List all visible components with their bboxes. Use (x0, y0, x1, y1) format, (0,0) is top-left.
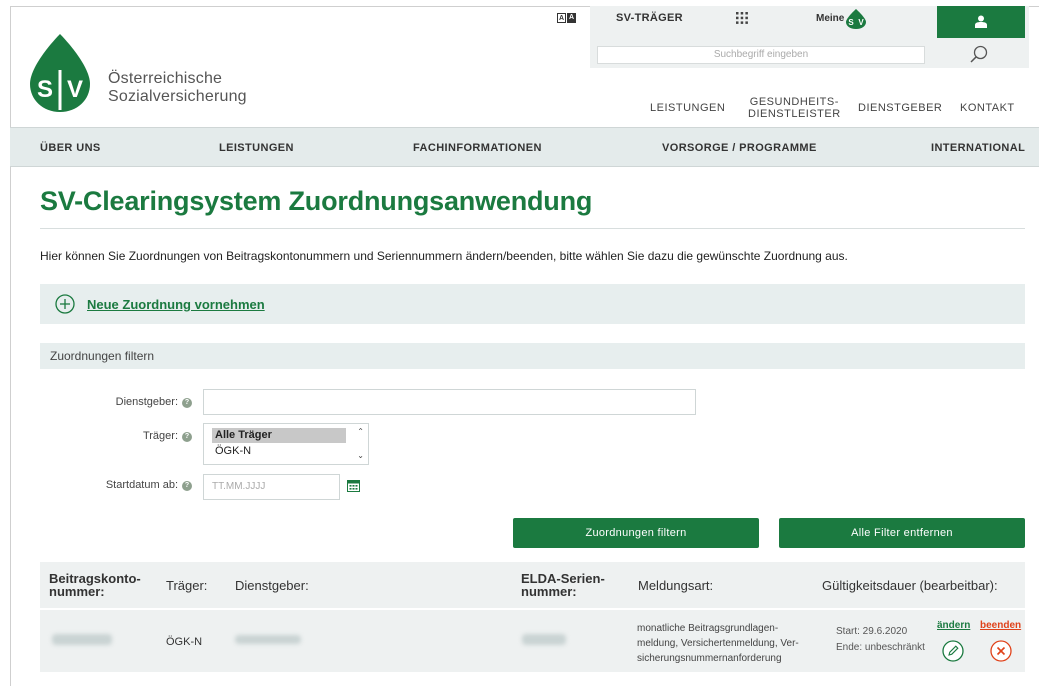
login-button[interactable] (937, 6, 1025, 38)
edit-link[interactable]: ändern (937, 620, 970, 631)
col-meldungsart: Meldungsart: (638, 578, 714, 593)
redacted-dienstgeber (235, 635, 301, 644)
dienstgeber-input[interactable] (203, 389, 696, 415)
topnav-dienstgeber[interactable]: DIENSTGEBER (858, 102, 942, 114)
col-konto-line2: nummer: (49, 584, 105, 599)
filter-heading: Zuordnungen filtern (50, 349, 155, 363)
mainnav-fachinformationen[interactable]: FACHINFORMATIONEN (413, 142, 542, 154)
startdatum-label-text: Startdatum ab: (105, 479, 178, 491)
title-divider (40, 228, 1025, 229)
table-header: Beitragskonto- nummer: Träger: Dienstgeb… (40, 562, 1025, 608)
edit-pencil-icon[interactable] (942, 640, 964, 662)
cell-start-date: Start: 29.6.2020 (836, 626, 908, 637)
dienstgeber-label-text: Dienstgeber: (115, 396, 178, 408)
topnav-gesundheit-line1: GESUNDHEITS- (749, 96, 839, 108)
sv-traeger-link[interactable]: SV-TRÄGER (616, 12, 683, 24)
select-scroll-arrows[interactable]: ⌃ ⌄ (357, 426, 364, 462)
startdatum-label: Startdatum ab:? (32, 479, 192, 491)
col-beitragskontonummer: Beitragskonto- nummer: (49, 572, 141, 598)
svg-text:V: V (67, 76, 83, 103)
font-size-icon[interactable]: AA (557, 13, 576, 23)
clear-filters-button[interactable]: Alle Filter entfernen (779, 518, 1025, 548)
redacted-beitragskontonummer (52, 634, 112, 645)
help-icon[interactable]: ? (182, 432, 192, 442)
svg-text:S: S (848, 18, 854, 27)
table-row[interactable]: ÖGK-N monatliche Beitragsgrundlagen- mel… (40, 609, 1025, 672)
col-elda-seriennummer: ELDA-Serien- nummer: (521, 572, 605, 598)
traeger-label: Träger:? (32, 430, 192, 442)
main-navigation: ÜBER UNS LEISTUNGEN FACHINFORMATIONEN VO… (10, 127, 1039, 167)
col-gueltigkeitsdauer: Gültigkeitsdauer (bearbeitbar): (822, 578, 998, 593)
sv-logo[interactable]: S V (30, 34, 90, 112)
meldungsart-line3: sicherungsnummernanforderung (637, 653, 782, 664)
help-icon[interactable]: ? (182, 398, 192, 408)
cell-meldungsart: monatliche Beitragsgrundlagen- meldung, … (637, 621, 822, 666)
mainnav-ueber-uns[interactable]: ÜBER UNS (40, 142, 101, 154)
calendar-icon[interactable] (347, 479, 360, 492)
col-dienstgeber: Dienstgeber: (235, 578, 309, 593)
meldungsart-line2: meldung, Versichertenmeldung, Ver- (637, 638, 799, 649)
topnav-kontakt[interactable]: KONTAKT (960, 102, 1015, 114)
brand-name-line2: Sozialversicherung (108, 88, 247, 105)
dienstgeber-label: Dienstgeber:? (32, 396, 192, 408)
search-icon[interactable] (968, 44, 990, 66)
new-assignment-link[interactable]: Neue Zuordnung vornehmen (87, 297, 265, 312)
traeger-select[interactable]: Alle Träger ÖGK-N ⌃ ⌄ (203, 423, 369, 465)
cell-traeger: ÖGK-N (166, 636, 203, 648)
traeger-option[interactable]: ÖGK-N (215, 445, 251, 457)
mainnav-vorsorge-programme[interactable]: VORSORGE / PROGRAMME (662, 142, 817, 154)
traeger-option-selected[interactable]: Alle Träger (212, 428, 346, 443)
topnav-gesundheit-line2: DIENSTLEISTER (748, 108, 841, 120)
col-elda-line2: nummer: (521, 584, 577, 599)
filter-heading-bar: Zuordnungen filtern (40, 343, 1025, 369)
end-link[interactable]: beenden (980, 620, 1021, 631)
user-icon (975, 15, 987, 28)
meldungsart-line1: monatliche Beitragsgrundlagen- (637, 623, 779, 634)
topnav-leistungen[interactable]: LEISTUNGEN (650, 102, 725, 114)
meine-sv-label[interactable]: Meine (816, 13, 844, 24)
traeger-label-text: Träger: (142, 430, 178, 442)
mainnav-international[interactable]: INTERNATIONAL (931, 142, 1025, 154)
mainnav-leistungen[interactable]: LEISTUNGEN (219, 142, 294, 154)
intro-text: Hier können Sie Zuordnungen von Beitrags… (40, 249, 848, 263)
svg-text:V: V (858, 18, 864, 27)
plus-circle-icon[interactable] (55, 294, 75, 314)
search-input[interactable]: Suchbegriff eingeben (597, 46, 925, 64)
end-close-icon[interactable] (990, 640, 1012, 662)
brand-name-line1: Österreichische (108, 70, 223, 87)
redacted-elda-seriennummer (522, 634, 566, 645)
filter-button[interactable]: Zuordnungen filtern (513, 518, 759, 548)
col-traeger: Träger: (166, 578, 208, 593)
svg-text:S: S (37, 76, 53, 103)
meine-sv-logo-icon[interactable]: S V (846, 9, 866, 29)
cell-end-date: Ende: unbeschränkt (836, 642, 925, 653)
page-title: SV-Clearingsystem Zuordnungsanwendung (40, 186, 593, 216)
help-icon[interactable]: ? (182, 481, 192, 491)
new-assignment-panel: Neue Zuordnung vornehmen (40, 284, 1025, 324)
apps-grid-icon[interactable] (736, 12, 748, 24)
topnav-gesundheitsdienstleister[interactable]: GESUNDHEITS- DIENSTLEISTER (748, 96, 841, 120)
startdatum-input[interactable]: TT.MM.JJJJ (203, 474, 340, 500)
